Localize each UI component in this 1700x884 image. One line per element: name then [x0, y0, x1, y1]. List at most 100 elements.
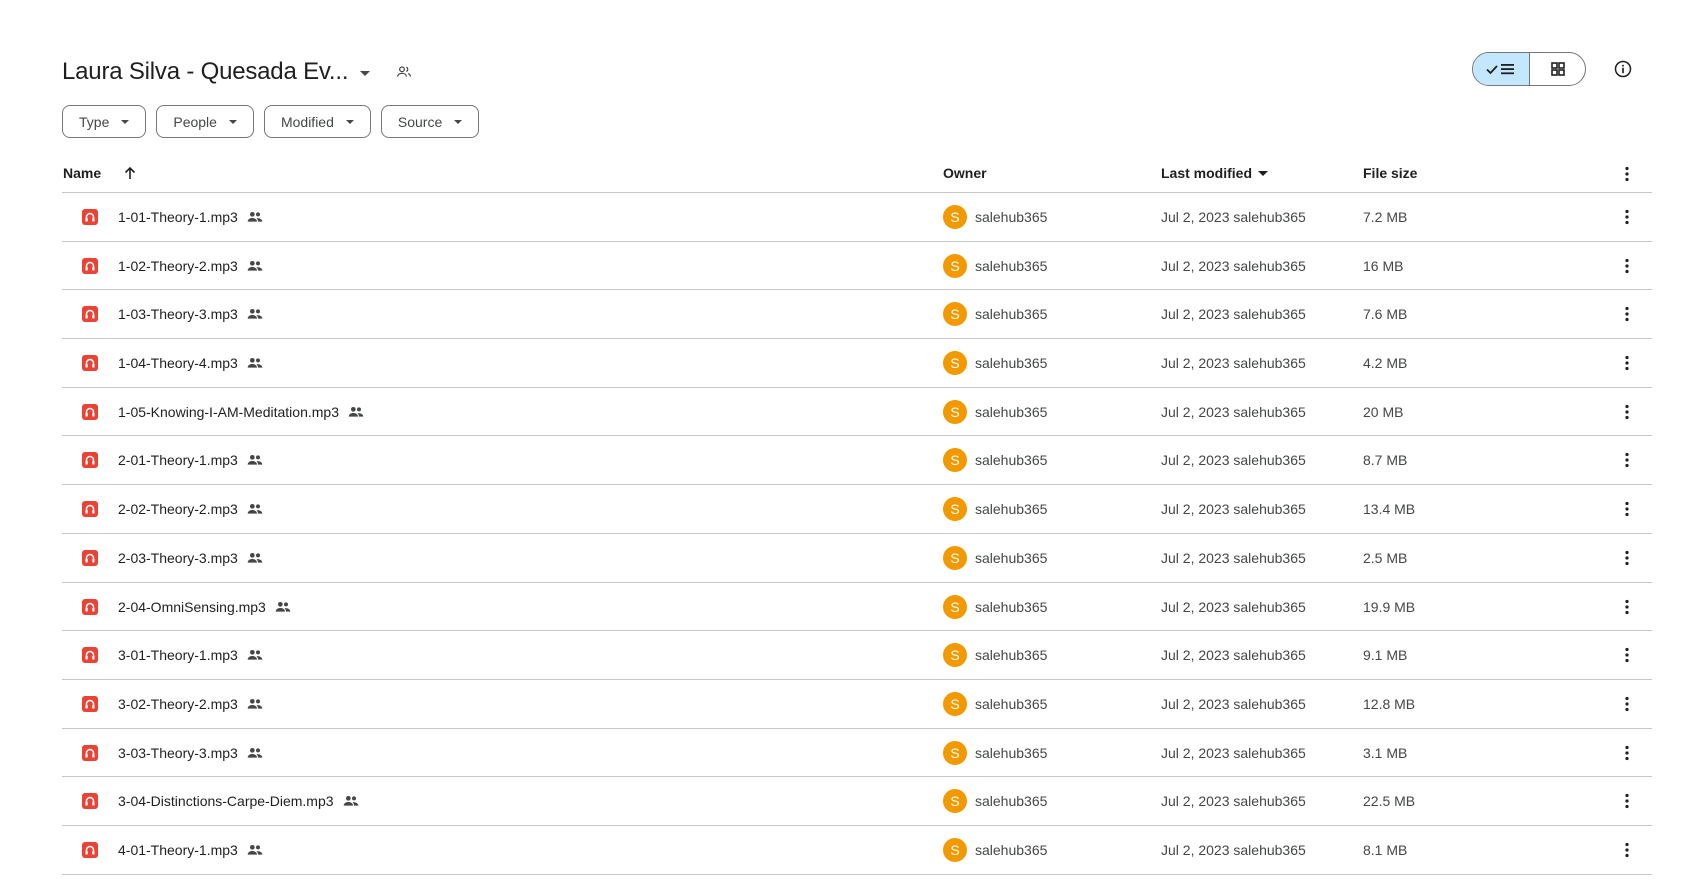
last-modified-cell: Jul 2, 2023 salehub365 — [1161, 257, 1306, 274]
more-vert-icon[interactable] — [1615, 485, 1639, 533]
file-size-cell: 7.2 MB — [1363, 209, 1408, 225]
avatar[interactable]: S — [943, 545, 967, 570]
more-vert-icon[interactable] — [1615, 388, 1639, 436]
more-vert-icon[interactable] — [1615, 583, 1639, 631]
column-name[interactable]: Name — [63, 165, 137, 181]
table-row[interactable]: 1-04-Theory-4.mp3 S salehub365 Jul 2, 20… — [62, 339, 1652, 388]
file-name[interactable]: 4-01-Theory-1.mp3 — [118, 842, 238, 858]
more-vert-icon[interactable] — [1615, 777, 1639, 825]
name-cell: 3-03-Theory-3.mp3 — [82, 729, 263, 777]
last-modified-cell: Jul 2, 2023 salehub365 — [1161, 695, 1306, 712]
column-file-size[interactable]: File size — [1363, 165, 1417, 181]
more-vert-icon[interactable] — [1615, 339, 1639, 387]
table-row[interactable]: 2-04-OmniSensing.mp3 S salehub365 Jul 2,… — [62, 583, 1652, 632]
avatar[interactable]: S — [943, 302, 967, 327]
file-name[interactable]: 1-04-Theory-4.mp3 — [118, 355, 238, 371]
table-row[interactable]: 2-02-Theory-2.mp3 S salehub365 Jul 2, 20… — [62, 485, 1652, 534]
folder-title-dropdown[interactable]: Laura Silva - Quesada Ev... — [62, 52, 414, 92]
file-name[interactable]: 2-02-Theory-2.mp3 — [118, 501, 238, 517]
avatar[interactable]: S — [943, 740, 967, 765]
table-row[interactable]: 2-01-Theory-1.mp3 S salehub365 Jul 2, 20… — [62, 436, 1652, 486]
shared-icon — [247, 649, 263, 661]
table-row[interactable]: 3-03-Theory-3.mp3 S salehub365 Jul 2, 20… — [62, 729, 1652, 778]
table-row[interactable]: 2-03-Theory-3.mp3 S salehub365 Jul 2, 20… — [62, 534, 1652, 583]
table-row[interactable]: 1-03-Theory-3.mp3 S salehub365 Jul 2, 20… — [62, 290, 1652, 340]
avatar[interactable]: S — [943, 594, 967, 619]
avatar[interactable]: S — [943, 253, 967, 278]
owner-name: salehub365 — [975, 403, 1048, 420]
avatar[interactable]: S — [943, 205, 967, 229]
avatar[interactable]: S — [943, 643, 967, 668]
column-last-modified-label: Last modified — [1161, 165, 1253, 181]
avatar[interactable]: S — [943, 399, 967, 424]
list-view-button[interactable] — [1473, 53, 1529, 85]
table-row[interactable]: 4-01-Theory-1.mp3 S salehub365 Jul 2, 20… — [62, 826, 1652, 875]
audio-file-icon — [82, 744, 98, 761]
file-name[interactable]: 3-01-Theory-1.mp3 — [118, 647, 238, 663]
file-name[interactable]: 1-05-Knowing-I-AM-Meditation.mp3 — [118, 404, 339, 420]
sort-ascending-icon[interactable] — [123, 166, 137, 180]
table-row[interactable]: 3-02-Theory-2.mp3 S salehub365 Jul 2, 20… — [62, 680, 1652, 729]
avatar[interactable]: S — [943, 497, 967, 522]
name-cell: 3-04-Distinctions-Carpe-Diem.mp3 — [82, 777, 359, 825]
last-modified-cell: Jul 2, 2023 salehub365 — [1161, 209, 1306, 225]
last-modified-cell: Jul 2, 2023 salehub365 — [1161, 501, 1306, 518]
name-cell: 1-02-Theory-2.mp3 — [82, 242, 263, 290]
more-vert-icon[interactable] — [1615, 162, 1639, 186]
table-row[interactable]: 3-01-Theory-1.mp3 S salehub365 Jul 2, 20… — [62, 631, 1652, 680]
more-vert-icon[interactable] — [1615, 436, 1639, 484]
filter-source-label: Source — [397, 113, 443, 130]
column-last-modified[interactable]: Last modified — [1161, 165, 1269, 181]
table-row[interactable]: 1-02-Theory-2.mp3 S salehub365 Jul 2, 20… — [62, 242, 1652, 291]
more-vert-icon[interactable] — [1615, 680, 1639, 728]
audio-file-icon — [82, 647, 98, 664]
file-name[interactable]: 1-03-Theory-3.mp3 — [118, 306, 238, 322]
shared-folder-icon[interactable] — [394, 62, 414, 82]
file-name[interactable]: 1-01-Theory-1.mp3 — [118, 209, 238, 225]
file-name[interactable]: 2-03-Theory-3.mp3 — [118, 550, 238, 566]
avatar[interactable]: S — [943, 448, 967, 473]
grid-view-button[interactable] — [1529, 53, 1585, 85]
owner-name: salehub365 — [975, 549, 1048, 566]
filter-source[interactable]: Source — [380, 105, 480, 138]
file-name[interactable]: 3-03-Theory-3.mp3 — [118, 745, 238, 761]
audio-file-icon — [82, 355, 98, 372]
more-vert-icon[interactable] — [1615, 631, 1639, 679]
table-row[interactable]: 1-01-Theory-1.mp3 S salehub365 Jul 2, 20… — [62, 193, 1652, 242]
filter-people[interactable]: People — [156, 105, 254, 138]
owner-name: salehub365 — [975, 257, 1048, 274]
filter-modified[interactable]: Modified — [263, 105, 371, 138]
more-vert-icon[interactable] — [1615, 534, 1639, 582]
table-row[interactable]: 3-04-Distinctions-Carpe-Diem.mp3 S saleh… — [62, 777, 1652, 826]
table-row[interactable]: 1-05-Knowing-I-AM-Meditation.mp3 S saleh… — [62, 388, 1652, 437]
avatar[interactable]: S — [943, 351, 967, 376]
file-name[interactable]: 2-04-OmniSensing.mp3 — [118, 599, 266, 615]
avatar[interactable]: S — [943, 691, 967, 716]
file-size-cell: 22.5 MB — [1363, 793, 1416, 810]
file-name[interactable]: 3-02-Theory-2.mp3 — [118, 696, 238, 712]
audio-file-icon — [82, 306, 98, 323]
audio-file-icon — [82, 403, 98, 420]
file-name[interactable]: 2-01-Theory-1.mp3 — [118, 452, 238, 468]
more-vert-icon[interactable] — [1615, 826, 1639, 874]
file-name[interactable]: 3-04-Distinctions-Carpe-Diem.mp3 — [118, 793, 334, 809]
file-size-cell: 4.2 MB — [1363, 355, 1408, 372]
more-vert-icon[interactable] — [1615, 193, 1639, 241]
name-cell: 3-02-Theory-2.mp3 — [82, 680, 263, 728]
more-vert-icon[interactable] — [1615, 290, 1639, 338]
more-vert-icon[interactable] — [1615, 242, 1639, 290]
file-name[interactable]: 1-02-Theory-2.mp3 — [118, 258, 238, 274]
column-owner[interactable]: Owner — [943, 165, 987, 181]
owner-name: salehub365 — [975, 744, 1048, 761]
avatar[interactable]: S — [943, 837, 967, 862]
avatar[interactable]: S — [943, 789, 967, 814]
more-vert-icon[interactable] — [1615, 729, 1639, 777]
file-size-cell: 8.1 MB — [1363, 841, 1408, 858]
shared-icon — [247, 844, 263, 856]
filter-type[interactable]: Type — [62, 105, 147, 138]
audio-file-icon — [82, 549, 98, 566]
file-size-cell: 12.8 MB — [1363, 695, 1416, 712]
file-size-cell: 13.4 MB — [1363, 501, 1416, 518]
owner-cell: S salehub365 — [943, 339, 1047, 387]
info-button[interactable] — [1608, 54, 1638, 84]
